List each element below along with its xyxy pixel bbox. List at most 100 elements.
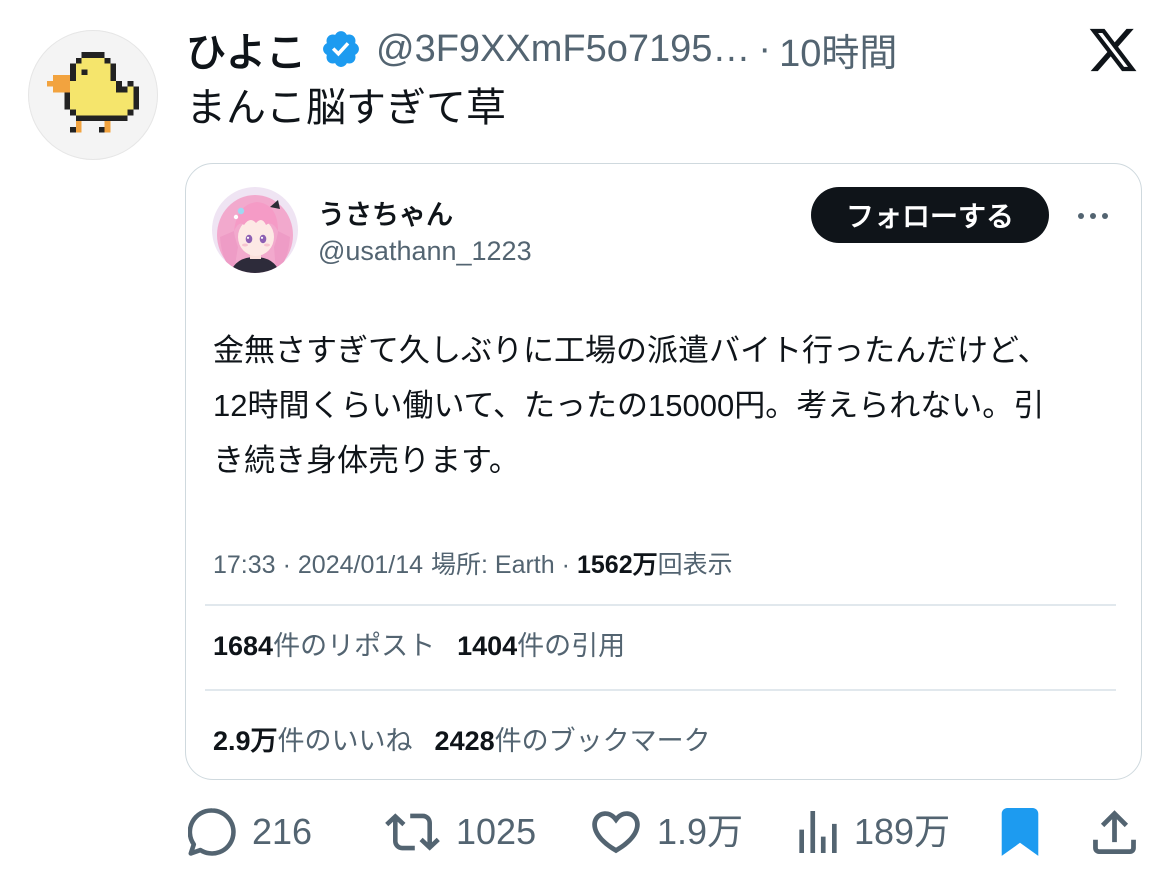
chick-pixel (110, 69, 117, 76)
reply-button[interactable]: 216 (188, 806, 312, 858)
quoted-author-handle[interactable]: @usathann_1223 (318, 235, 532, 267)
views-button[interactable]: 189万 (798, 806, 950, 858)
quotes-stat[interactable]: 1404 件の引用 (457, 629, 625, 663)
chick-pixel (75, 98, 82, 104)
chick-pixel (98, 75, 105, 81)
chick-pixel (116, 103, 122, 110)
like-button[interactable]: 1.9万 (591, 806, 743, 858)
chick-pixel (52, 75, 59, 81)
chick-pixel (64, 75, 71, 81)
chick-pixel (87, 75, 94, 81)
chick-pixel (110, 86, 117, 93)
stat-label: 件のリポスト (273, 631, 436, 661)
chick-pixel (87, 92, 94, 99)
reposts-stat[interactable]: 1684 件のリポスト (213, 629, 435, 663)
repost-icon (385, 813, 440, 851)
quoted-author-name[interactable]: うさちゃん (318, 199, 453, 231)
chick-pixel (87, 57, 94, 64)
chick-pixel (52, 80, 59, 87)
chick-pixel (98, 92, 105, 99)
chick-pixel (75, 69, 82, 76)
more-icon[interactable] (1075, 210, 1111, 222)
bookmark-button[interactable] (1001, 806, 1039, 858)
chick-pixel (70, 75, 76, 81)
chick-pixel (133, 92, 139, 99)
chick-pixel (87, 86, 94, 93)
x-logo-icon[interactable] (1087, 24, 1139, 76)
chick-pixel (87, 63, 94, 70)
post-time[interactable]: 10時間 (779, 24, 897, 75)
quoted-post-date[interactable]: 2024/01/14 (298, 550, 423, 580)
chick-pixel (121, 98, 128, 104)
chick-pixel (127, 103, 134, 110)
chick-pixel (127, 98, 134, 104)
chick-pixel (127, 109, 134, 116)
chick-pixel (58, 80, 65, 87)
stat-label: 件の引用 (517, 631, 626, 661)
chick-pixel (98, 86, 105, 93)
chick-pixel (87, 109, 94, 116)
chick-pixel (93, 98, 99, 104)
chick-pixel (93, 103, 99, 110)
chick-pixel (87, 103, 94, 110)
chick-pixel (87, 52, 94, 58)
chick-pixel (70, 103, 76, 110)
author-name[interactable]: ひよこ (186, 24, 306, 74)
chick-pixel (121, 103, 128, 110)
stat-label: 件のブックマーク (494, 726, 711, 756)
views-count: 1562万 (577, 551, 658, 579)
chick-pixel (70, 126, 76, 133)
chick-pixel (110, 115, 117, 122)
quoted-post-time[interactable]: 17:33 (213, 550, 276, 580)
chick-pixel (104, 86, 111, 93)
chick-pixel (104, 69, 111, 76)
chick-pixel (75, 80, 82, 87)
chick-pixel (75, 86, 82, 93)
chick-pixel (116, 98, 122, 104)
chick-pixel (98, 115, 105, 122)
verified-badge-icon (323, 31, 359, 67)
author-avatar[interactable] (28, 30, 158, 160)
post-text: まんこ脳すぎて草 (186, 86, 506, 130)
chick-pixel (110, 103, 117, 110)
engagement-stats-row: 1684 件のリポスト 1404 件の引用 (213, 629, 647, 663)
chick-pixel (104, 109, 111, 116)
chick-avatar-image (47, 52, 139, 133)
likes-stat[interactable]: 2.9万 件のいいね (213, 724, 413, 758)
chick-pixel (133, 98, 139, 104)
post-screenshot: ひよこ @3F9XXmF5o7195… · 10時間 まんこ脳すぎて草 うさちゃ… (0, 0, 1170, 888)
quoted-author-avatar[interactable] (212, 187, 298, 273)
chick-pixel (81, 92, 88, 99)
chick-pixel (121, 109, 128, 116)
repost-count: 1025 (456, 811, 537, 852)
chick-pixel (104, 92, 111, 99)
chick-pixel (116, 92, 122, 99)
chick-pixel (70, 109, 76, 116)
chick-pixel (52, 86, 59, 93)
chick-pixel (98, 57, 105, 64)
repost-button[interactable]: 1025 (385, 806, 536, 858)
author-handle[interactable]: @3F9XXmF5o7195… (376, 28, 750, 71)
chick-pixel (104, 103, 111, 110)
chick-pixel (133, 103, 139, 110)
chick-pixel (93, 92, 99, 99)
chick-pixel (104, 63, 111, 70)
share-button[interactable] (1093, 806, 1136, 858)
chick-pixel (70, 98, 76, 104)
chick-pixel (104, 80, 111, 87)
chick-pixel (93, 57, 99, 64)
chick-pixel (121, 86, 128, 93)
chick-pixel (81, 103, 88, 110)
chick-pixel (133, 86, 139, 93)
quoted-post[interactable]: うさちゃん @usathann_1223 フォローする 金無さすぎて久しぶりに工… (185, 163, 1142, 780)
bookmarks-stat[interactable]: 2428 件のブックマーク (435, 724, 711, 758)
chick-pixel (104, 126, 111, 133)
chick-pixel (75, 92, 82, 99)
chick-pixel (64, 92, 71, 99)
chick-pixel (110, 109, 117, 116)
chick-pixel (64, 103, 71, 110)
chick-pixel (116, 80, 122, 87)
share-icon (1093, 810, 1136, 854)
follow-button[interactable]: フォローする (811, 187, 1049, 243)
chick-pixel (110, 75, 117, 81)
